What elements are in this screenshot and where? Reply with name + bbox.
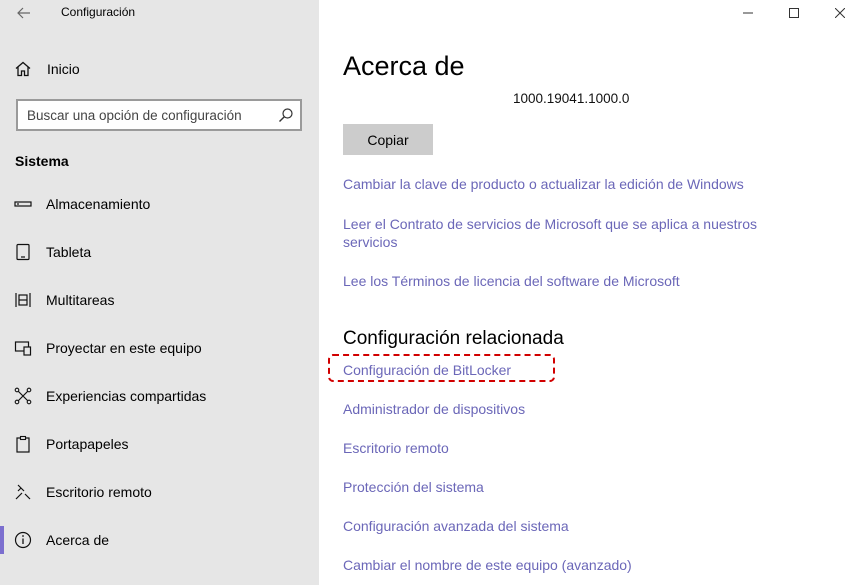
sidebar-item-about[interactable]: Acerca de [0,520,319,560]
remote-desktop-link[interactable]: Escritorio remoto [343,439,783,457]
close-button[interactable] [817,0,863,26]
minimize-icon [743,12,753,14]
sidebar-item-shared-experiences[interactable]: Experiencias compartidas [0,376,319,416]
sidebar-item-label: Experiencias compartidas [46,388,207,404]
sidebar: Configuración Inicio Sistema Almacenamie… [0,0,319,585]
page-title: Acerca de [343,51,465,81]
close-icon [835,8,845,18]
services-agreement-link[interactable]: Leer el Contrato de servicios de Microso… [343,215,763,251]
device-manager-link[interactable]: Administrador de dispositivos [343,400,783,418]
license-terms-link[interactable]: Lee los Términos de licencia del softwar… [343,272,783,290]
version-value: 1000.19041.1000.0 [513,91,630,106]
window-controls [725,0,863,26]
storage-icon [14,195,32,213]
advanced-system-settings-link[interactable]: Configuración avanzada del sistema [343,517,783,535]
home-icon [14,60,32,78]
bitlocker-settings-link[interactable]: Configuración de BitLocker [343,361,783,379]
sidebar-item-label: Almacenamiento [46,196,151,212]
sidebar-item-label: Portapapeles [46,436,129,452]
info-icon [14,531,32,549]
sidebar-item-remote-desktop[interactable]: Escritorio remoto [0,472,319,512]
change-product-key-link[interactable]: Cambiar la clave de producto o actualiza… [343,175,783,193]
sidebar-item-label: Tableta [46,244,92,260]
system-protection-link[interactable]: Protección del sistema [343,478,783,496]
section-title: Sistema [15,153,69,169]
nav-home[interactable]: Inicio [0,52,319,86]
sidebar-item-label: Proyectar en este equipo [46,340,202,356]
search-icon[interactable] [278,107,294,123]
rename-pc-link[interactable]: Cambiar el nombre de este equipo (avanza… [343,556,783,574]
shared-experiences-icon [14,387,32,405]
back-button[interactable] [10,0,38,26]
copy-button[interactable]: Copiar [343,124,433,155]
sidebar-item-storage[interactable]: Almacenamiento [0,184,319,224]
maximize-button[interactable] [771,0,817,26]
nav-home-label: Inicio [47,61,80,77]
sidebar-item-label: Multitareas [46,292,115,308]
related-settings-title: Configuración relacionada [343,328,564,349]
app-title: Configuración [61,5,136,19]
sidebar-item-tablet[interactable]: Tableta [0,232,319,272]
minimize-button[interactable] [725,0,771,26]
sidebar-item-multitasking[interactable]: Multitareas [0,280,319,320]
sidebar-item-label: Acerca de [46,532,110,548]
search-input[interactable] [18,101,268,129]
remote-desktop-icon [14,483,32,501]
clipboard-icon [14,435,32,453]
sidebar-item-clipboard[interactable]: Portapapeles [0,424,319,464]
projecting-icon [14,339,32,357]
tablet-icon [14,243,32,261]
multitasking-icon [14,291,32,309]
sidebar-item-label: Escritorio remoto [46,484,152,500]
maximize-icon [789,8,799,18]
search-box[interactable] [16,99,302,131]
sidebar-item-projecting[interactable]: Proyectar en este equipo [0,328,319,368]
main-panel [319,0,863,585]
back-arrow-icon [17,7,30,19]
